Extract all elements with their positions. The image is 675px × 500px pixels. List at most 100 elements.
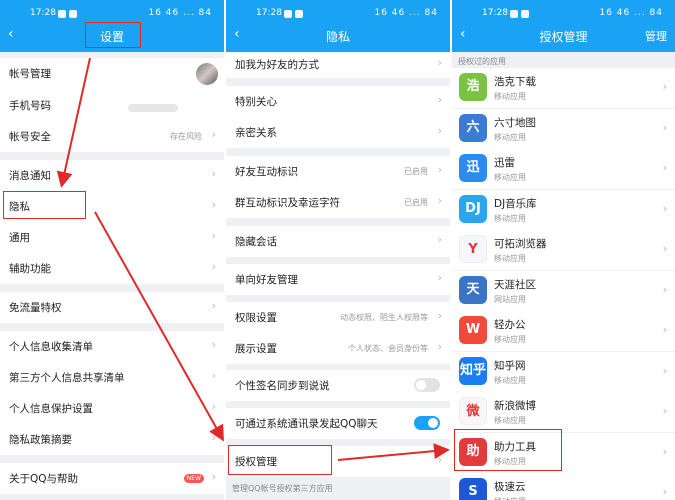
privacy-item-special-care[interactable]: 特别关心 › xyxy=(226,86,450,117)
privacy-header: 17:28 16 46 ... 84 ‹ 隐私 xyxy=(226,0,450,52)
privacy-item-add-friend[interactable]: 加我为好友的方式 › xyxy=(226,52,450,78)
page-title: 隐私 xyxy=(325,30,350,44)
contacts-chat-toggle[interactable] xyxy=(414,416,440,430)
item-label: 关于QQ与帮助 xyxy=(9,473,79,485)
status-bar: 17:28 16 46 ... 84 xyxy=(452,6,675,22)
chevron-right-icon: › xyxy=(662,80,667,93)
app-icon: DJ xyxy=(459,194,487,223)
app-type: 移动应用 xyxy=(494,456,526,466)
status-time: 17:28 xyxy=(30,8,56,18)
settings-item-phone[interactable]: 手机号码 xyxy=(0,90,224,121)
item-value: 动态权限、陌生人权限等 xyxy=(340,313,428,322)
app-row[interactable]: S 极速云移动应用 › xyxy=(452,473,675,500)
settings-item-account-management[interactable]: 帐号管理 xyxy=(0,58,224,90)
privacy-item-authorization[interactable]: 授权管理 › xyxy=(226,446,450,477)
app-icon: Y xyxy=(459,235,487,263)
settings-item-accessibility[interactable]: 辅助功能 › xyxy=(0,253,224,284)
manage-button[interactable]: 管理 xyxy=(645,28,667,44)
item-label: 展示设置 xyxy=(235,343,277,355)
settings-item-notifications[interactable]: 消息通知 › xyxy=(0,160,224,191)
chevron-right-icon: › xyxy=(662,404,667,417)
chevron-right-icon: › xyxy=(437,93,442,106)
status-time: 17:28 xyxy=(482,8,508,18)
status-time: 17:28 xyxy=(256,8,282,18)
status-bar: 17:28 16 46 ... 84 xyxy=(0,6,224,22)
settings-header: 17:28 16 46 ... 84 ‹ 设置 xyxy=(0,0,224,52)
settings-item-info-collection[interactable]: 个人信息收集清单 › xyxy=(0,331,224,362)
item-label: 帐号管理 xyxy=(9,68,51,80)
signature-sync-toggle[interactable] xyxy=(414,378,440,392)
chevron-right-icon: › xyxy=(437,233,442,246)
item-label: 隐藏会话 xyxy=(235,236,277,248)
app-type: 移动应用 xyxy=(494,254,526,263)
chevron-right-icon: › xyxy=(437,453,442,466)
item-value: 已启用 xyxy=(404,167,428,176)
app-type: 移动应用 xyxy=(494,173,526,182)
privacy-item-group-mark[interactable]: 群互动标识及幸运字符 已启用 › xyxy=(226,187,450,218)
chevron-right-icon: › xyxy=(662,323,667,336)
app-row[interactable]: 微新浪微博 移动应用 › xyxy=(452,392,675,432)
app-icon: 微 xyxy=(459,397,487,425)
item-label: 通用 xyxy=(9,232,30,244)
settings-item-about[interactable]: 关于QQ与帮助 NEW › xyxy=(0,463,224,494)
settings-item-privacy[interactable]: 隐私 › xyxy=(0,191,224,222)
app-row[interactable]: 浩浩克下载 移动应用 › xyxy=(452,68,675,108)
phone-number-masked xyxy=(128,104,178,112)
app-name: 六寸地图 xyxy=(494,116,536,129)
app-row[interactable]: 六六寸地图 移动应用 › xyxy=(452,108,675,149)
privacy-item-intimate[interactable]: 亲密关系 › xyxy=(226,117,450,148)
status-right: 16 46 ... 84 xyxy=(148,8,212,18)
privacy-item-permissions[interactable]: 权限设置 动态权限、陌生人权限等 › xyxy=(226,302,450,333)
item-value: 存在风险 xyxy=(170,132,202,141)
app-icon: 浩 xyxy=(459,73,487,101)
app-type: 移动应用 xyxy=(494,132,526,142)
item-label: 消息通知 xyxy=(9,170,51,182)
chevron-right-icon: › xyxy=(437,309,442,322)
item-label: 权限设置 xyxy=(235,312,277,324)
item-label: 亲密关系 xyxy=(235,127,277,139)
privacy-item-contacts-chat: 可通过系统通讯录发起QQ聊天 xyxy=(226,408,450,439)
app-row[interactable]: 迅迅雷 移动应用 › xyxy=(452,149,675,189)
settings-item-data-free[interactable]: 免流量特权 › xyxy=(0,292,224,323)
app-row[interactable]: DJ DJ音乐库 移动应用 › xyxy=(452,189,675,230)
chevron-right-icon: › xyxy=(211,431,216,444)
app-icon: 六 xyxy=(459,113,487,142)
app-type: 移动应用 xyxy=(494,416,526,425)
item-label: 授权管理 xyxy=(235,456,277,468)
item-label: 群互动标识及幸运字符 xyxy=(235,197,340,209)
chevron-right-icon: › xyxy=(437,194,442,207)
privacy-screen: 17:28 16 46 ... 84 ‹ 隐私 加我为好友的方式 › 特别关心 › … xyxy=(226,0,450,500)
settings-item-general[interactable]: 通用 › xyxy=(0,222,224,253)
settings-item-account-security[interactable]: 帐号安全 存在风险 › xyxy=(0,121,224,152)
privacy-item-hidden-chats[interactable]: 隐藏会话 › xyxy=(226,226,450,257)
authorization-header: 17:28 16 46 ... 84 ‹ 授权管理 管理 xyxy=(452,0,675,52)
app-type: 移动应用 xyxy=(494,213,526,223)
status-right: 16 46 ... 84 xyxy=(599,8,663,18)
status-icons xyxy=(58,10,77,18)
chevron-right-icon: › xyxy=(211,167,216,180)
privacy-item-friend-mark[interactable]: 好友互动标识 已启用 › xyxy=(226,156,450,187)
privacy-item-display[interactable]: 展示设置 个人状态、会员身份等 › xyxy=(226,333,450,364)
app-row[interactable]: W 轻办公 移动应用 › xyxy=(452,311,675,351)
chevron-right-icon: › xyxy=(437,56,442,69)
chevron-right-icon: › xyxy=(211,400,216,413)
app-row[interactable]: 知乎 知乎网 移动应用 › xyxy=(452,351,675,392)
privacy-item-one-way-friends[interactable]: 单向好友管理 › xyxy=(226,264,450,295)
settings-item-third-party-sharing[interactable]: 第三方个人信息共享清单 › xyxy=(0,362,224,393)
app-row[interactable]: 天天涯社区 网站应用 › xyxy=(452,270,675,311)
status-icons xyxy=(284,10,303,18)
authorization-hint: 管理QQ帐号授权第三方应用 xyxy=(232,484,333,493)
app-name: 知乎网 xyxy=(494,359,526,372)
app-type: 移动应用 xyxy=(494,496,526,500)
chevron-right-icon: › xyxy=(437,124,442,137)
app-row[interactable]: Y 可拓浏览器 移动应用 › xyxy=(452,230,675,270)
status-right: 16 46 ... 84 xyxy=(374,8,438,18)
item-value: 个人状态、会员身份等 xyxy=(348,344,428,353)
settings-item-privacy-summary[interactable]: 隐私政策摘要 › xyxy=(0,424,224,455)
app-name: 迅雷 xyxy=(494,157,515,169)
item-label: 加我为好友的方式 xyxy=(235,59,319,71)
app-type: 移动应用 xyxy=(494,375,526,385)
settings-item-info-protection[interactable]: 个人信息保护设置 › xyxy=(0,393,224,424)
app-row[interactable]: 助助力工具 移动应用 › xyxy=(452,432,675,473)
item-label: 免流量特权 xyxy=(9,302,62,314)
